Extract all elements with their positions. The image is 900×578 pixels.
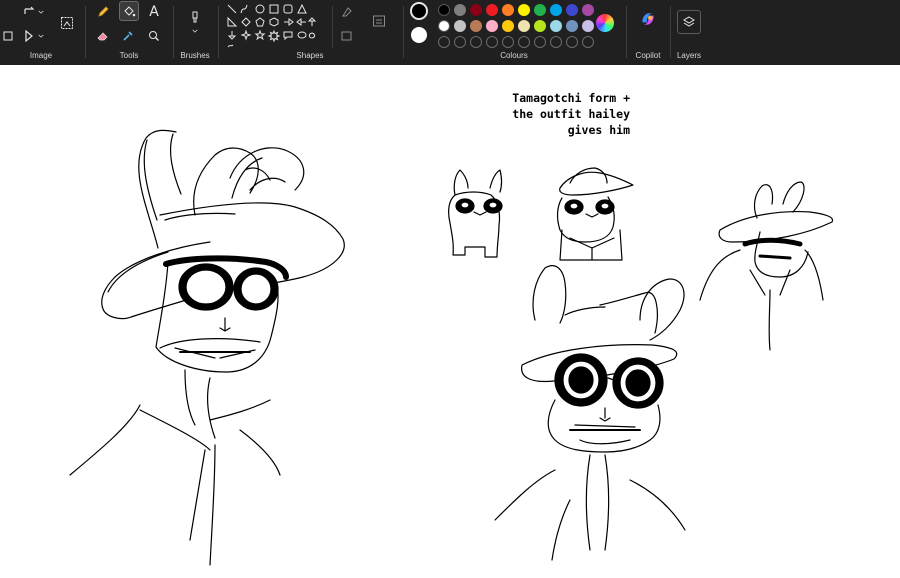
character-sketch-right-top: [699, 181, 834, 351]
canvas-text-note[interactable]: Tamagotchi form + the outfit hailey give…: [478, 90, 630, 138]
shapes-group: Shapes: [220, 0, 400, 65]
colour-picker-icon[interactable]: [119, 27, 137, 45]
tools-group-label: Tools: [119, 51, 139, 60]
primary-colour-swatch[interactable]: [410, 2, 428, 20]
chevron-down-icon[interactable]: [186, 26, 204, 36]
colour-swatch[interactable]: [486, 20, 498, 32]
custom-colour-slot[interactable]: [582, 36, 594, 48]
colour-swatch[interactable]: [470, 20, 482, 32]
outline-icon[interactable]: [338, 3, 356, 21]
image-crop-icon[interactable]: [58, 14, 76, 32]
layers-group-label: Layers: [676, 51, 701, 60]
custom-colour-slot[interactable]: [502, 36, 514, 48]
separator: [626, 6, 627, 58]
colour-swatch[interactable]: [438, 4, 450, 16]
colour-swatch[interactable]: [518, 20, 530, 32]
custom-colour-slot[interactable]: [534, 36, 546, 48]
colour-swatch[interactable]: [502, 20, 514, 32]
note-line: Tamagotchi form +: [512, 91, 630, 105]
sketch-artwork: [69, 129, 834, 566]
brushes-group: Brushes: [176, 0, 214, 65]
separator: [670, 6, 671, 58]
copilot-group-label: Copilot: [635, 51, 661, 60]
custom-colour-slot[interactable]: [550, 36, 562, 48]
image-group: Image: [0, 0, 82, 65]
copilot-icon[interactable]: [639, 10, 657, 28]
custom-colour-slot[interactable]: [566, 36, 578, 48]
separator: [218, 6, 219, 58]
colour-swatch[interactable]: [502, 4, 514, 16]
text-tool-icon[interactable]: A: [145, 3, 163, 21]
colour-swatch[interactable]: [454, 4, 466, 16]
pencil-icon[interactable]: [94, 3, 112, 21]
colour-swatch[interactable]: [566, 20, 578, 32]
custom-colour-slot[interactable]: [454, 36, 466, 48]
colour-swatch[interactable]: [534, 20, 546, 32]
shape-fill-icon[interactable]: [338, 27, 356, 45]
colours-group: Colours: [406, 0, 622, 65]
custom-colour-slot[interactable]: [470, 36, 482, 48]
note-line: gives him: [567, 123, 630, 137]
colour-swatch[interactable]: [486, 4, 498, 16]
ribbon-toolbar: Image A Tools Brushes Shapes Colours Cop…: [0, 0, 900, 65]
colour-swatch[interactable]: [470, 4, 482, 16]
custom-colour-slot[interactable]: [518, 36, 530, 48]
rotate-icon[interactable]: [20, 3, 48, 21]
separator: [85, 6, 86, 58]
colour-swatch[interactable]: [550, 4, 562, 16]
magnifier-icon[interactable]: [145, 27, 163, 45]
note-line: the outfit hailey: [512, 107, 630, 121]
character-sketch-right-bottom: [494, 265, 686, 561]
tools-group: A Tools: [88, 0, 170, 65]
colour-swatch[interactable]: [454, 20, 466, 32]
colour-swatch[interactable]: [566, 4, 578, 16]
shapes-group-label: Shapes: [296, 51, 324, 60]
tamagotchi-sketch-2: [556, 167, 634, 261]
line-size-icon[interactable]: [370, 12, 388, 30]
layers-icon[interactable]: [677, 10, 701, 34]
eraser-icon[interactable]: [94, 27, 112, 45]
copilot-group: Copilot: [628, 0, 668, 65]
character-sketch-left: [69, 129, 345, 566]
colour-swatch[interactable]: [582, 4, 594, 16]
shapes-gallery[interactable]: [226, 3, 330, 49]
colour-swatch[interactable]: [518, 4, 530, 16]
colours-group-label: Colours: [500, 51, 528, 60]
custom-colour-slot[interactable]: [438, 36, 450, 48]
separator: [332, 6, 333, 48]
brushes-group-label: Brushes: [180, 51, 210, 60]
tamagotchi-sketch-1: [448, 169, 503, 258]
separator: [403, 6, 404, 58]
layers-group: Layers: [672, 0, 706, 65]
colour-swatch[interactable]: [534, 4, 546, 16]
separator: [173, 6, 174, 58]
colour-swatch[interactable]: [582, 20, 594, 32]
flip-icon[interactable]: [20, 27, 48, 45]
custom-colour-slot[interactable]: [486, 36, 498, 48]
secondary-colour-swatch[interactable]: [411, 27, 427, 43]
edit-colours-icon[interactable]: [596, 14, 614, 32]
colour-swatch[interactable]: [550, 20, 562, 32]
fill-icon[interactable]: [119, 1, 139, 21]
resize-icon[interactable]: [0, 27, 18, 45]
image-group-label: Image: [29, 51, 53, 60]
colour-swatch[interactable]: [438, 20, 450, 32]
